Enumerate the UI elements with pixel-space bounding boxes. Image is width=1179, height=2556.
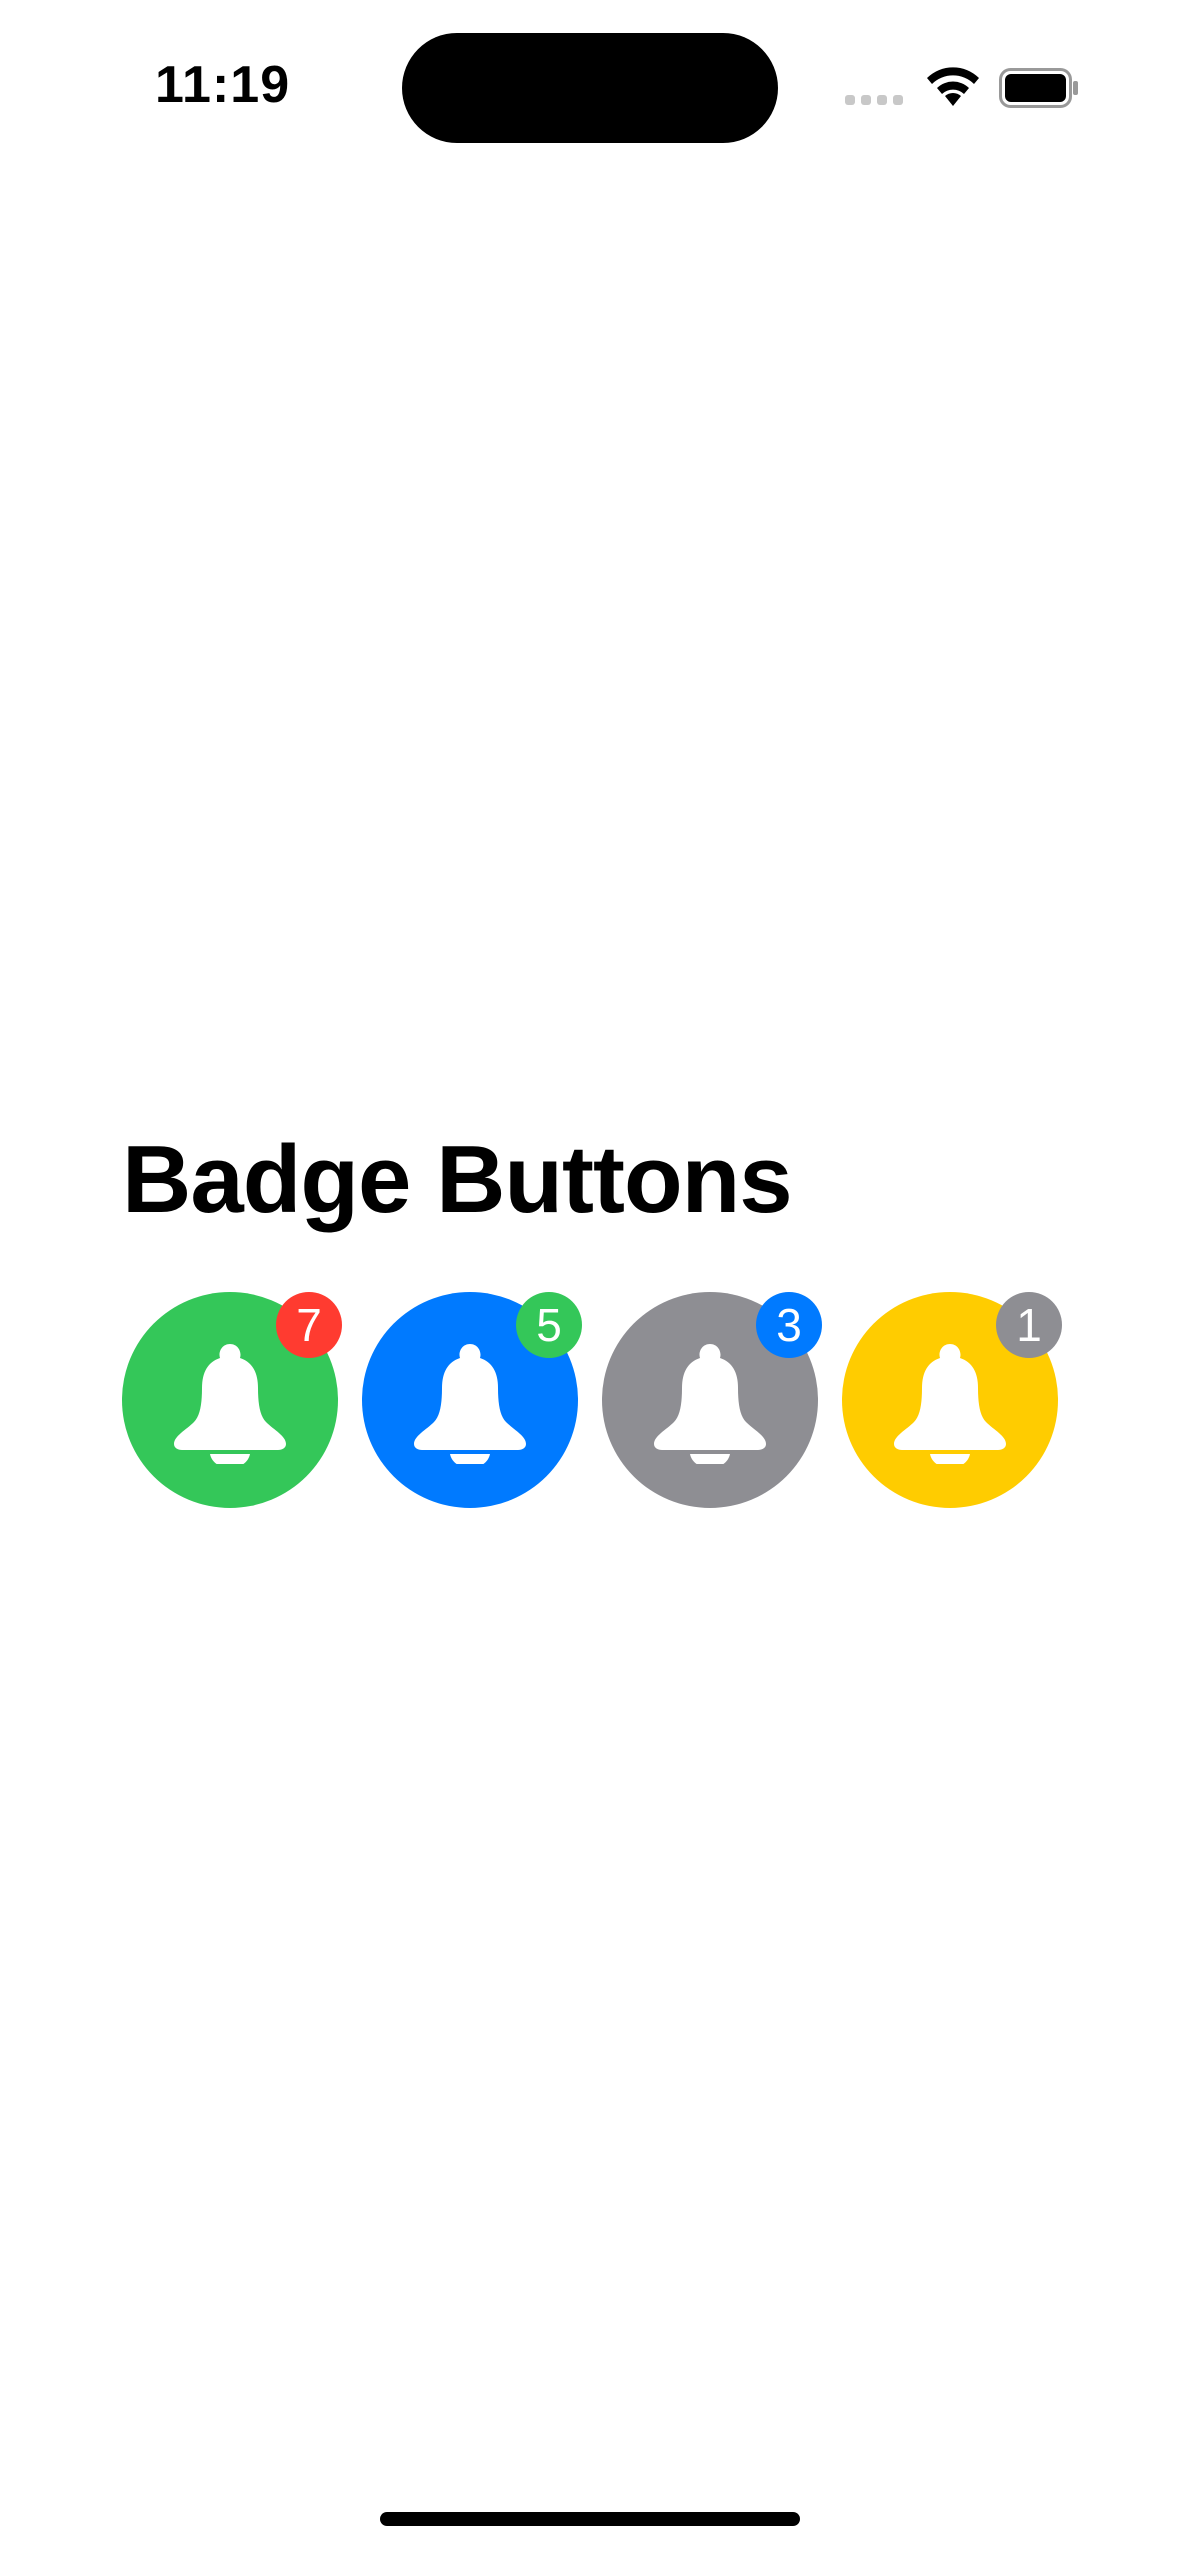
page-title: Badge Buttons — [122, 1126, 793, 1233]
signal-icon — [845, 95, 903, 105]
bell-icon — [414, 1344, 526, 1464]
status-time: 11:19 — [155, 56, 291, 114]
badge-button-1[interactable]: 7 — [122, 1292, 342, 1508]
dynamic-island — [402, 33, 778, 143]
wifi-icon — [927, 67, 979, 106]
badge-count: 5 — [516, 1292, 582, 1358]
bell-icon — [174, 1344, 286, 1464]
home-indicator[interactable] — [380, 2512, 800, 2526]
badge-button-row: 7 5 3 1 — [122, 1292, 1062, 1512]
battery-icon — [999, 68, 1078, 108]
badge-count: 1 — [996, 1292, 1062, 1358]
bell-icon — [894, 1344, 1006, 1464]
badge-button-4[interactable]: 1 — [842, 1292, 1062, 1508]
status-bar: 11:19 — [0, 0, 1179, 170]
badge-count: 3 — [756, 1292, 822, 1358]
badge-count: 7 — [276, 1292, 342, 1358]
badge-button-2[interactable]: 5 — [362, 1292, 582, 1508]
badge-button-3[interactable]: 3 — [602, 1292, 822, 1508]
bell-icon — [654, 1344, 766, 1464]
